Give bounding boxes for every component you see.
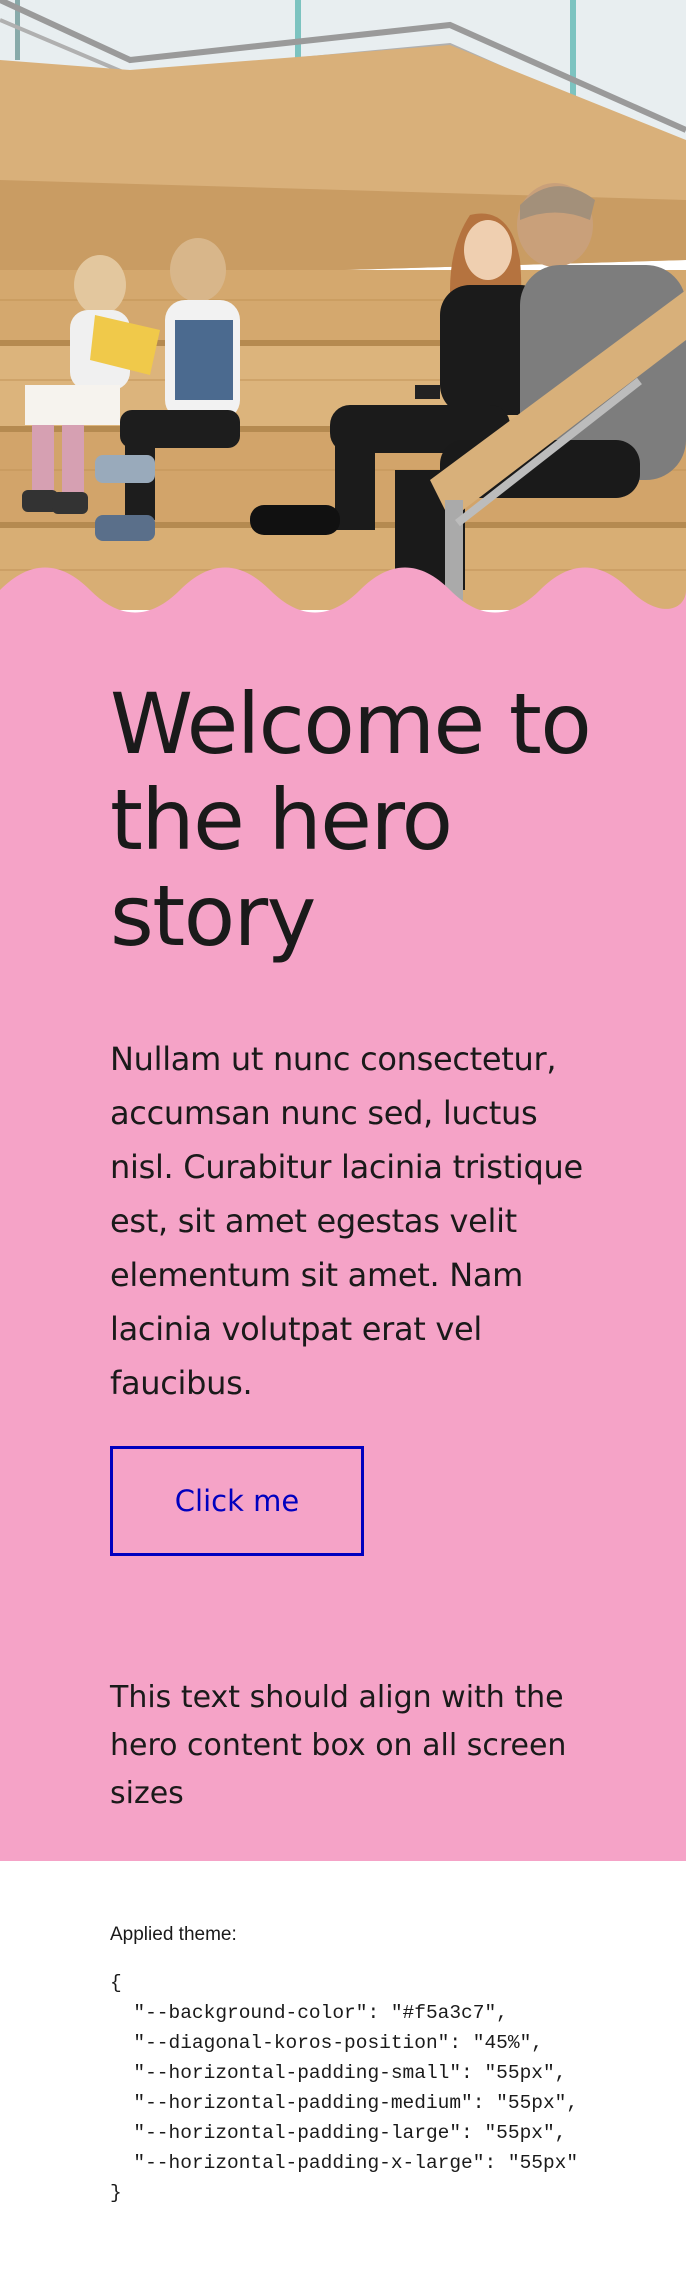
applied-theme-code: { "--background-color": "#f5a3c7", "--di…: [110, 1972, 579, 2204]
applied-theme-label: Applied theme:: [110, 1924, 237, 1945]
hero-title: Welcome to the hero story: [110, 675, 592, 965]
hero-body-text: Nullam ut nunc consectetur, accumsan nun…: [110, 1040, 583, 1402]
click-me-button[interactable]: Click me: [110, 1446, 364, 1556]
hero-image: [0, 0, 686, 610]
alignment-note: This text should align with the hero con…: [110, 1680, 567, 1811]
